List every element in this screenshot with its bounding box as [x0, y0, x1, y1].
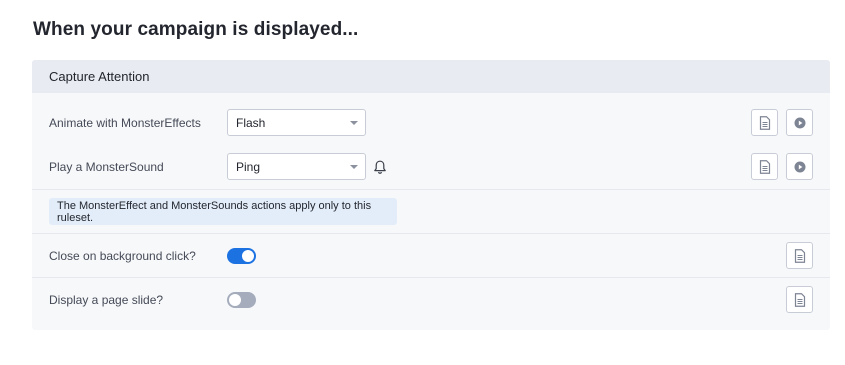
- bell-icon[interactable]: [372, 159, 388, 175]
- close-on-background-toggle[interactable]: [227, 247, 256, 264]
- sound-label: Play a MonsterSound: [49, 159, 164, 174]
- effects-label: Animate with MonsterEffects: [49, 115, 201, 130]
- effects-select[interactable]: Flash: [227, 109, 366, 136]
- sound-row: Play a MonsterSound Ping: [32, 153, 830, 180]
- sound-doc-button[interactable]: [751, 153, 778, 180]
- slide-row: Display a page slide?: [32, 286, 830, 313]
- close-label: Close on background click?: [49, 248, 196, 263]
- play-icon: [794, 161, 805, 172]
- effects-row: Animate with MonsterEffects Flash: [32, 109, 830, 136]
- close-doc-button[interactable]: [786, 242, 813, 269]
- info-notice: The MonsterEffect and MonsterSounds acti…: [49, 198, 397, 225]
- chevron-down-icon: [350, 121, 358, 125]
- effects-preview-button[interactable]: [786, 109, 813, 136]
- notice-text: The MonsterEffect and MonsterSounds acti…: [57, 199, 372, 224]
- document-icon: [794, 292, 805, 307]
- close-row: Close on background click?: [32, 242, 830, 269]
- toggle-knob: [242, 249, 254, 262]
- play-icon: [794, 117, 805, 128]
- document-icon: [794, 248, 805, 263]
- slide-doc-button[interactable]: [786, 286, 813, 313]
- divider: [32, 189, 830, 190]
- effects-doc-button[interactable]: [751, 109, 778, 136]
- page-title: When your campaign is displayed...: [33, 19, 359, 40]
- effects-select-value: Flash: [236, 115, 266, 130]
- document-icon: [759, 115, 770, 130]
- panel-header-label: Capture Attention: [49, 69, 150, 84]
- chevron-down-icon: [350, 165, 358, 169]
- document-icon: [759, 159, 770, 174]
- sound-select[interactable]: Ping: [227, 153, 366, 180]
- toggle-knob: [229, 293, 241, 306]
- capture-attention-panel: Capture Attention Animate with MonsterEf…: [32, 60, 830, 330]
- sound-select-value: Ping: [236, 159, 261, 174]
- divider: [32, 277, 830, 278]
- divider: [32, 233, 830, 234]
- slide-label: Display a page slide?: [49, 292, 164, 307]
- panel-header: Capture Attention: [32, 60, 830, 93]
- sound-preview-button[interactable]: [786, 153, 813, 180]
- page-slide-toggle[interactable]: [227, 291, 256, 308]
